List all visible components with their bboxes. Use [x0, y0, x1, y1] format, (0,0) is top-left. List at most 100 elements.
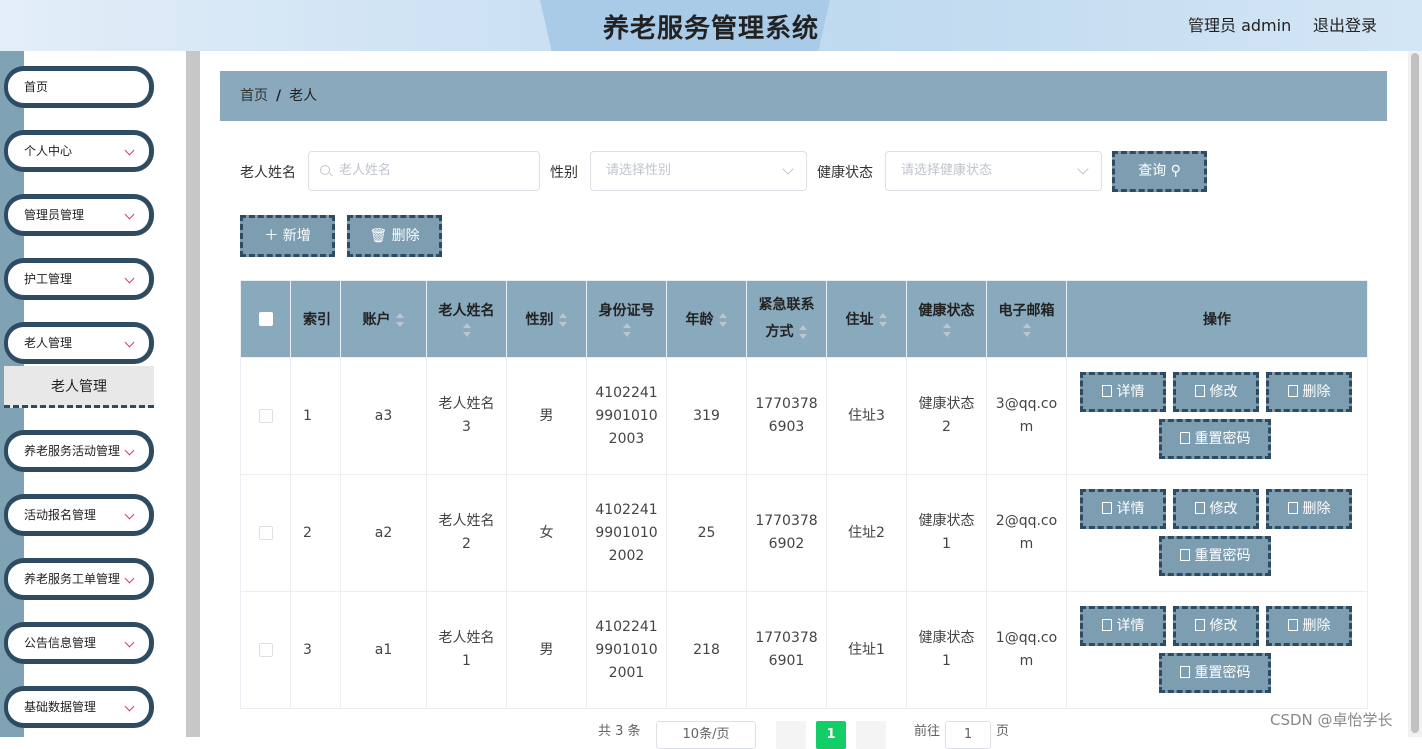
- col-address-label: 住址: [845, 312, 874, 328]
- col-gender[interactable]: 性别: [506, 280, 587, 358]
- row-actions: 详情 修改 删除重置密码: [1075, 366, 1359, 466]
- page-size-select[interactable]: 10条/页: [656, 721, 756, 749]
- current-page-button[interactable]: 1: [816, 721, 846, 749]
- chevron-down-icon: [782, 163, 794, 175]
- sort-icon[interactable]: [1022, 322, 1032, 338]
- row-reset-label: 重置密码: [1194, 548, 1251, 564]
- col-health[interactable]: 健康状态: [906, 280, 987, 358]
- sidebar-item-0[interactable]: 首页: [4, 66, 154, 108]
- sidebar-item-7[interactable]: 养老服务工单管理: [4, 558, 154, 600]
- row-checkbox[interactable]: [258, 525, 273, 540]
- table-row: 3 a1 老人姓名1 男 410224199010102001 218 1770378690…: [240, 591, 1368, 709]
- row-checkbox[interactable]: [258, 408, 273, 423]
- cell-ops: 详情 修改 删除重置密码: [1066, 474, 1368, 592]
- col-address[interactable]: 住址: [826, 280, 907, 358]
- chevron-down-icon: [124, 573, 135, 584]
- goto-page-input[interactable]: 1: [945, 721, 991, 749]
- sidebar-item-2[interactable]: 管理员管理: [4, 194, 154, 236]
- sidebar-item-label: 公告信息管理: [24, 636, 97, 650]
- col-email-label: 电子邮箱: [998, 303, 1055, 319]
- col-age[interactable]: 年龄: [666, 280, 747, 358]
- pencil-icon: [1194, 619, 1205, 631]
- row-detail-button[interactable]: 详情: [1080, 606, 1166, 646]
- row-delete-button[interactable]: 删除: [1266, 606, 1352, 646]
- col-name[interactable]: 老人姓名: [426, 280, 507, 358]
- breadcrumb-home[interactable]: 首页: [240, 88, 268, 104]
- page-scrollbar[interactable]: [1408, 51, 1422, 737]
- name-search-input[interactable]: 老人姓名: [308, 151, 540, 191]
- batch-delete-button[interactable]: 🗑 删除: [347, 215, 442, 257]
- row-detail-button[interactable]: 详情: [1080, 489, 1166, 529]
- logout-link[interactable]: 退出登录: [1313, 12, 1377, 36]
- sort-icon[interactable]: [462, 322, 472, 338]
- cell-age: 25: [666, 474, 747, 592]
- row-edit-label: 修改: [1209, 501, 1238, 517]
- chevron-down-icon: [124, 273, 135, 284]
- sidebar-subitem-active[interactable]: 老人管理: [4, 366, 154, 408]
- row-reset-button[interactable]: 重置密码: [1159, 419, 1271, 459]
- sort-icon[interactable]: [718, 312, 728, 328]
- row-edit-button[interactable]: 修改: [1173, 372, 1259, 412]
- row-reset-label: 重置密码: [1194, 665, 1251, 681]
- document-icon: [1179, 549, 1190, 561]
- current-user: 管理员 admin: [1188, 16, 1292, 35]
- cell-idcard: 410224199010102003: [586, 357, 667, 475]
- select-all-checkbox[interactable]: [258, 312, 273, 326]
- row-edit-label: 修改: [1209, 384, 1238, 400]
- sidebar-item-1[interactable]: 个人中心: [4, 130, 154, 172]
- cell-index: 3: [290, 591, 341, 709]
- row-delete-button[interactable]: 删除: [1266, 372, 1352, 412]
- col-gender-label: 性别: [525, 312, 554, 328]
- col-phone[interactable]: 紧急联系方式: [746, 280, 827, 358]
- sidebar-item-label: 护工管理: [24, 272, 73, 286]
- row-delete-label: 删除: [1302, 384, 1331, 400]
- next-page-button[interactable]: [856, 721, 886, 749]
- sort-icon[interactable]: [942, 322, 952, 338]
- gender-select[interactable]: 请选择性别: [590, 151, 807, 191]
- sort-icon[interactable]: [622, 322, 632, 338]
- cell-health: 健康状态2: [906, 357, 987, 475]
- col-ops: 操作: [1066, 280, 1368, 358]
- sort-icon[interactable]: [395, 312, 405, 328]
- row-detail-button[interactable]: 详情: [1080, 372, 1166, 412]
- chevron-down-icon: [124, 637, 135, 648]
- sidebar-item-3[interactable]: 护工管理: [4, 258, 154, 300]
- row-reset-button[interactable]: 重置密码: [1159, 536, 1271, 576]
- cell-phone: 17703786902: [746, 474, 827, 592]
- document-icon: [1101, 502, 1112, 514]
- add-button[interactable]: ＋ 新增: [240, 215, 335, 257]
- sort-icon[interactable]: [878, 312, 888, 328]
- row-reset-label: 重置密码: [1194, 431, 1251, 447]
- row-edit-button[interactable]: 修改: [1173, 489, 1259, 529]
- row-reset-button[interactable]: 重置密码: [1159, 653, 1271, 693]
- prev-page-button[interactable]: [776, 721, 806, 749]
- row-delete-button[interactable]: 删除: [1266, 489, 1352, 529]
- cell-name: 老人姓名1: [426, 591, 507, 709]
- row-edit-button[interactable]: 修改: [1173, 606, 1259, 646]
- scroll-thumb[interactable]: [1411, 53, 1419, 733]
- sidebar-item-4[interactable]: 老人管理: [4, 322, 154, 364]
- sidebar-item-8[interactable]: 公告信息管理: [4, 622, 154, 664]
- document-icon: [1101, 619, 1112, 631]
- row-delete-label: 删除: [1302, 618, 1331, 634]
- sidebar-item-6[interactable]: 活动报名管理: [4, 494, 154, 536]
- sort-icon[interactable]: [558, 312, 568, 328]
- row-checkbox[interactable]: [258, 642, 273, 657]
- health-select[interactable]: 请选择健康状态: [885, 151, 1102, 191]
- sidebar-scrollbar[interactable]: [186, 51, 200, 737]
- breadcrumb-separator: /: [276, 88, 282, 104]
- query-button[interactable]: 查询 ⚲: [1112, 151, 1207, 192]
- sort-icon[interactable]: [798, 324, 808, 340]
- col-idcard[interactable]: 身份证号: [586, 280, 667, 358]
- sidebar-item-9[interactable]: 基础数据管理: [4, 686, 154, 728]
- row-delete-label: 删除: [1302, 501, 1331, 517]
- cell-address: 住址2: [826, 474, 907, 592]
- sidebar-item-label: 首页: [24, 80, 49, 94]
- col-email[interactable]: 电子邮箱: [986, 280, 1067, 358]
- sidebar-item-5[interactable]: 养老服务活动管理: [4, 430, 154, 472]
- cell-gender: 女: [506, 474, 587, 592]
- col-account[interactable]: 账户: [340, 280, 427, 358]
- sidebar-item-label: 养老服务工单管理: [24, 572, 121, 586]
- table-row: 2 a2 老人姓名2 女 410224199010102002 25 17703786902…: [240, 474, 1368, 592]
- cell-age: 218: [666, 591, 747, 709]
